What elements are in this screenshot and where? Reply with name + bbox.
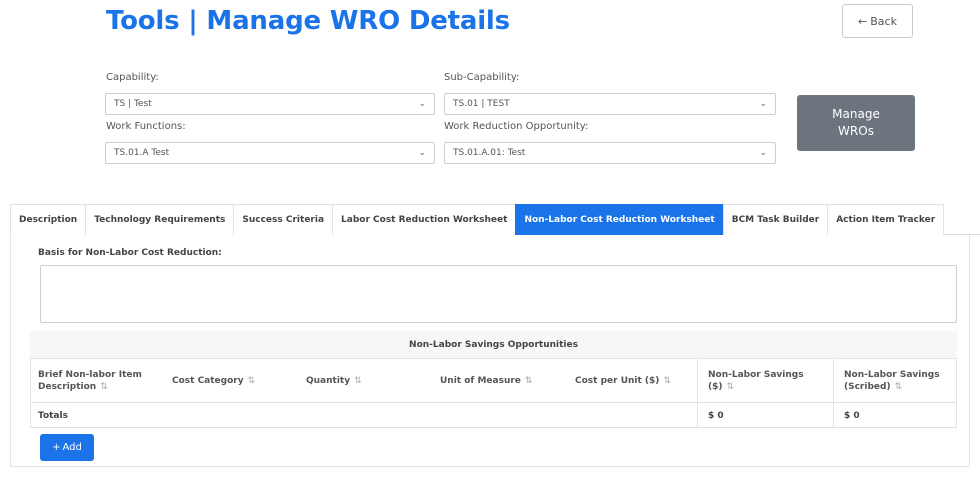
chevron-down-icon: ⌄	[418, 99, 426, 109]
tab-label: Technology Requirements	[94, 215, 226, 225]
tab-non-labor-cost-reduction[interactable]: Non-Labor Cost Reduction Worksheet	[515, 204, 724, 235]
tab-label: BCM Task Builder	[731, 215, 820, 225]
tab-description[interactable]: Description	[10, 204, 87, 235]
back-button[interactable]: ← Back	[842, 4, 913, 38]
tab-action-item-tracker[interactable]: Action Item Tracker	[827, 204, 945, 235]
tab-technology-requirements[interactable]: Technology Requirements	[85, 204, 235, 235]
column-header-unit-of-measure[interactable]: Unit of Measure ⇅	[440, 359, 560, 403]
column-header-label: Cost per Unit ($)	[575, 376, 660, 386]
capability-select[interactable]: TS | Test ⌄	[105, 93, 435, 115]
column-header-label: Quantity	[306, 376, 351, 386]
basis-textarea[interactable]	[40, 265, 957, 323]
table-header-row: Brief Non-labor Item Description ⇅ Cost C…	[30, 359, 957, 403]
tab-labor-cost-reduction[interactable]: Labor Cost Reduction Worksheet	[332, 204, 517, 235]
tab-label: Description	[19, 215, 78, 225]
sub-capability-select[interactable]: TS.01 | TEST ⌄	[444, 93, 776, 115]
sub-capability-value: TS.01 | TEST	[453, 99, 510, 109]
sort-icon: ⇅	[726, 382, 735, 392]
tab-success-criteria[interactable]: Success Criteria	[233, 204, 334, 235]
arrow-left-icon: ←	[858, 14, 868, 28]
manage-wros-button[interactable]: Manage WROs	[797, 95, 915, 151]
tab-label: Non-Labor Cost Reduction Worksheet	[524, 215, 715, 225]
sort-icon: ⇅	[894, 382, 903, 392]
sort-icon: ⇅	[354, 376, 362, 386]
chevron-down-icon: ⌄	[759, 148, 767, 158]
chevron-down-icon: ⌄	[418, 148, 426, 158]
column-header-label: Non-Labor Savings ($)	[708, 370, 804, 392]
tab-label: Labor Cost Reduction Worksheet	[341, 215, 508, 225]
totals-scribed: $ 0	[844, 410, 860, 421]
column-header-label: Unit of Measure	[440, 376, 521, 386]
column-header-label: Brief Non-labor Item Description	[38, 370, 142, 392]
page-title: Tools | Manage WRO Details	[106, 6, 510, 36]
column-header-label: Cost Category	[172, 376, 244, 386]
totals-row: Totals $ 0 $ 0	[30, 403, 957, 428]
basis-label: Basis for Non-Labor Cost Reduction:	[38, 248, 222, 258]
tab-label: Action Item Tracker	[836, 215, 936, 225]
tab-bcm-task-builder[interactable]: BCM Task Builder	[722, 204, 829, 235]
capability-label: Capability:	[106, 72, 159, 83]
wro-value: TS.01.A.01: Test	[453, 148, 526, 158]
tab-label: Success Criteria	[242, 215, 325, 225]
totals-label: Totals	[38, 410, 68, 421]
sub-capability-label: Sub-Capability:	[444, 72, 520, 83]
add-button-label: Add	[62, 442, 82, 453]
wro-label: Work Reduction Opportunity:	[444, 121, 589, 132]
totals-savings: $ 0	[708, 410, 724, 421]
column-header-non-labor-savings[interactable]: Non-Labor Savings ($) ⇅	[708, 359, 830, 403]
column-header-non-labor-savings-scribed[interactable]: Non-Labor Savings (Scribed) ⇅	[844, 359, 954, 403]
sort-icon: ⇅	[100, 382, 108, 392]
column-header-cost-per-unit[interactable]: Cost per Unit ($) ⇅	[575, 359, 705, 403]
table-title: Non-Labor Savings Opportunities	[30, 331, 957, 359]
column-header-description[interactable]: Brief Non-labor Item Description ⇅	[38, 359, 166, 403]
manage-wros-line2: WROs	[838, 124, 874, 138]
work-functions-select[interactable]: TS.01.A Test ⌄	[105, 142, 435, 164]
work-functions-label: Work Functions:	[106, 121, 186, 132]
work-functions-value: TS.01.A Test	[114, 148, 170, 158]
column-header-cost-category[interactable]: Cost Category ⇅	[172, 359, 292, 403]
sort-icon: ⇅	[524, 376, 533, 386]
capability-value: TS | Test	[114, 99, 152, 109]
add-button[interactable]: + Add	[40, 434, 94, 461]
worksheet-tabs: Description Technology Requirements Succ…	[10, 204, 980, 235]
sort-icon: ⇅	[663, 376, 671, 386]
wro-select[interactable]: TS.01.A.01: Test ⌄	[444, 142, 776, 164]
column-header-label: Non-Labor Savings (Scribed)	[844, 370, 940, 392]
column-header-quantity[interactable]: Quantity ⇅	[306, 359, 426, 403]
chevron-down-icon: ⌄	[759, 99, 767, 109]
sort-icon: ⇅	[247, 376, 256, 386]
plus-icon: +	[52, 442, 61, 453]
back-button-label: Back	[870, 14, 897, 28]
manage-wros-line1: Manage	[832, 107, 880, 121]
